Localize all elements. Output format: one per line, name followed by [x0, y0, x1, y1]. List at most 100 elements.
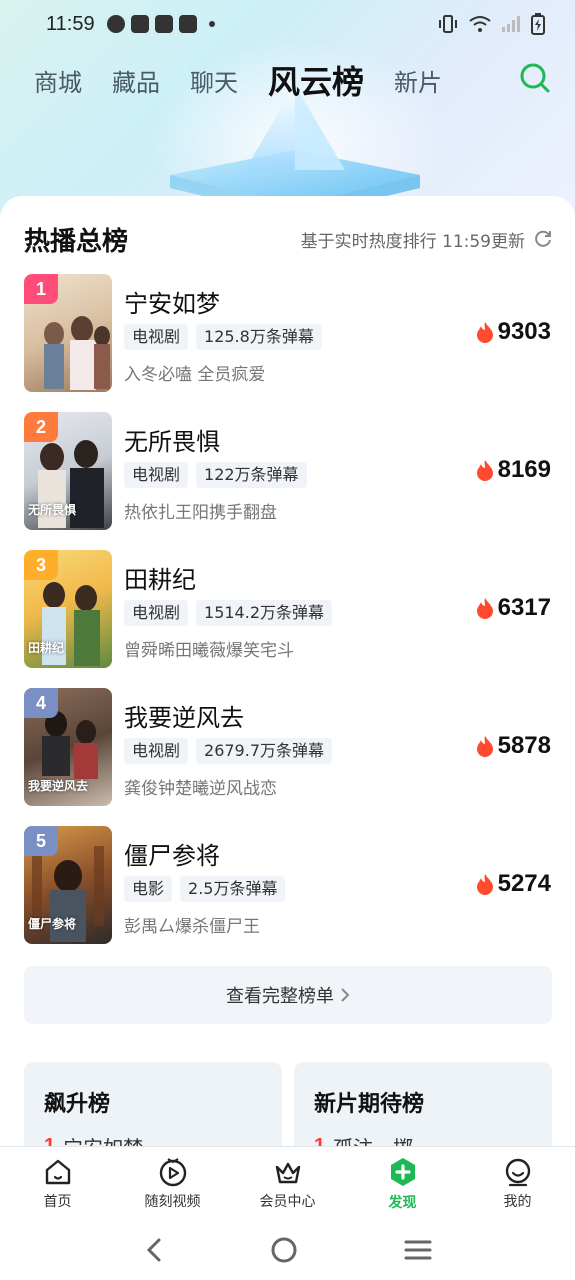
tag-list: 电视剧 1514.2万条弹幕	[124, 600, 333, 626]
rank-badge: 4	[24, 688, 58, 718]
menu-icon[interactable]	[404, 1238, 432, 1262]
search-icon[interactable]	[519, 62, 551, 94]
more-notifications-dot	[208, 21, 215, 27]
play-circle-icon	[159, 1157, 186, 1186]
danmaku-count-tag: 2.5万条弹幕	[180, 876, 286, 902]
title-name[interactable]: 我要逆风去	[124, 698, 244, 733]
tab-new-releases[interactable]: 新片	[394, 63, 442, 98]
message-icon	[130, 15, 149, 33]
ranking-header: 热播总榜 基于实时热度排行 11:59更新	[24, 216, 553, 262]
profile-icon	[505, 1158, 530, 1186]
heat-value: 6317	[497, 594, 551, 621]
message-icon	[154, 15, 173, 33]
poster-thumbnail[interactable]: 5 僵尸参将	[24, 826, 112, 944]
tab-chat[interactable]: 聊天	[190, 63, 238, 98]
danmaku-count-tag: 1514.2万条弹幕	[196, 600, 333, 626]
ranking-item[interactable]: 4 我要逆风去 我要逆风去 电视剧 2679.7万条弹幕 龚俊钟楚曦逆风战恋 5…	[24, 688, 551, 826]
title-name[interactable]: 僵尸参将	[124, 836, 220, 871]
top-tab-bar: 商城 藏品 聊天 风云榜 新片	[0, 52, 575, 108]
refresh-icon[interactable]	[533, 229, 553, 249]
title-name[interactable]: 宁安如梦	[124, 284, 220, 319]
poster-caption: 田耕纪	[28, 641, 65, 655]
ranking-item[interactable]: 2 无所畏惧 无所畏惧 电视剧 122万条弹幕 热依扎王阳携手翻盘 8169	[24, 412, 551, 550]
status-time: 11:59	[46, 12, 95, 35]
heat-value: 8169	[497, 456, 551, 483]
heat-score: 5878	[476, 732, 551, 760]
home-circle-icon[interactable]	[270, 1236, 298, 1264]
poster-thumbnail[interactable]: 1	[24, 274, 112, 392]
tab-ranking[interactable]: 风云榜	[268, 57, 364, 103]
ranking-subtitle: 基于实时热度排行 11:59更新	[300, 231, 525, 252]
poster-caption: 无所畏惧	[28, 503, 77, 517]
nav-profile[interactable]: 我的	[460, 1147, 575, 1220]
heat-score: 8169	[476, 456, 551, 484]
flame-icon	[476, 322, 493, 343]
rank-badge: 5	[24, 826, 58, 856]
genre-tag: 电视剧	[124, 738, 189, 764]
app-notification-icon	[106, 15, 125, 33]
rank-badge: 3	[24, 550, 58, 580]
battery-icon	[531, 13, 545, 35]
tag-list: 电视剧 122万条弹幕	[124, 462, 307, 488]
bottom-navigation: 首页 随刻视频 会员中心 发现 我的	[0, 1146, 575, 1220]
title-description: 入冬必嗑 全员疯爱	[124, 365, 266, 385]
nav-vip-center[interactable]: 会员中心	[230, 1147, 345, 1220]
genre-tag: 电视剧	[124, 324, 189, 350]
tag-list: 电视剧 125.8万条弹幕	[124, 324, 322, 350]
danmaku-count-tag: 2679.7万条弹幕	[196, 738, 333, 764]
heat-score: 6317	[476, 594, 551, 622]
ranking-title: 热播总榜	[24, 226, 129, 257]
status-bar: 11:59	[0, 0, 575, 48]
notification-icons	[106, 15, 215, 33]
danmaku-count-tag: 122万条弹幕	[196, 462, 307, 488]
nav-label: 我的	[503, 1193, 532, 1210]
flame-icon	[476, 874, 493, 895]
title-name[interactable]: 无所畏惧	[124, 422, 220, 457]
signal-icon	[502, 16, 520, 32]
message-icon	[178, 15, 197, 33]
rank-badge: 1	[24, 274, 58, 304]
title-description: 曾舜晞田曦薇爆笑宅斗	[124, 641, 294, 661]
tab-mall[interactable]: 商城	[34, 63, 82, 98]
heat-value: 5274	[497, 870, 551, 897]
system-status-icons	[437, 13, 545, 35]
nav-label: 首页	[43, 1193, 72, 1210]
title-name[interactable]: 田耕纪	[124, 560, 196, 595]
nav-label: 发现	[388, 1194, 417, 1211]
title-description: 彭禺厶爆杀僵尸王	[124, 917, 260, 937]
heat-score: 9303	[476, 318, 551, 346]
nav-short-video[interactable]: 随刻视频	[115, 1147, 230, 1220]
back-icon[interactable]	[143, 1237, 165, 1263]
ranking-item[interactable]: 1 宁安如梦 电视剧 125.8万条弹幕 入冬必嗑 全员疯爱 9303	[24, 274, 551, 412]
poster-caption: 我要逆风去	[28, 779, 89, 793]
poster-caption: 僵尸参将	[28, 917, 77, 931]
poster-thumbnail[interactable]: 3 田耕纪	[24, 550, 112, 668]
title-description: 热依扎王阳携手翻盘	[124, 503, 277, 523]
rising-chart-title: 飙升榜	[44, 1092, 111, 1117]
nav-home[interactable]: 首页	[0, 1147, 115, 1220]
home-icon	[45, 1159, 70, 1184]
genre-tag: 电视剧	[124, 462, 189, 488]
wifi-icon	[469, 16, 491, 32]
system-navigation-bar	[0, 1220, 575, 1280]
flame-icon	[476, 460, 493, 481]
nav-discover[interactable]: 发现	[345, 1147, 460, 1220]
tag-list: 电视剧 2679.7万条弹幕	[124, 738, 333, 764]
title-description: 龚俊钟楚曦逆风战恋	[124, 779, 277, 799]
poster-thumbnail[interactable]: 4 我要逆风去	[24, 688, 112, 806]
flame-icon	[476, 736, 493, 757]
view-full-list-button[interactable]: 查看完整榜单	[24, 966, 552, 1024]
flame-icon	[476, 598, 493, 619]
crown-icon	[275, 1162, 300, 1183]
heat-score: 5274	[476, 870, 551, 898]
genre-tag: 电视剧	[124, 600, 189, 626]
tag-list: 电影 2.5万条弹幕	[124, 876, 286, 902]
ranking-item[interactable]: 5 僵尸参将 僵尸参将 电影 2.5万条弹幕 彭禺厶爆杀僵尸王 5274	[24, 826, 551, 964]
view-full-list-label: 查看完整榜单	[226, 986, 334, 1007]
danmaku-count-tag: 125.8万条弹幕	[196, 324, 322, 350]
tab-collection[interactable]: 藏品	[112, 63, 160, 98]
chevron-right-icon	[341, 988, 350, 1002]
poster-thumbnail[interactable]: 2 无所畏惧	[24, 412, 112, 530]
ranking-item[interactable]: 3 田耕纪 田耕纪 电视剧 1514.2万条弹幕 曾舜晞田曦薇爆笑宅斗 6317	[24, 550, 551, 688]
ranking-update-info[interactable]: 基于实时热度排行 11:59更新	[301, 227, 553, 252]
